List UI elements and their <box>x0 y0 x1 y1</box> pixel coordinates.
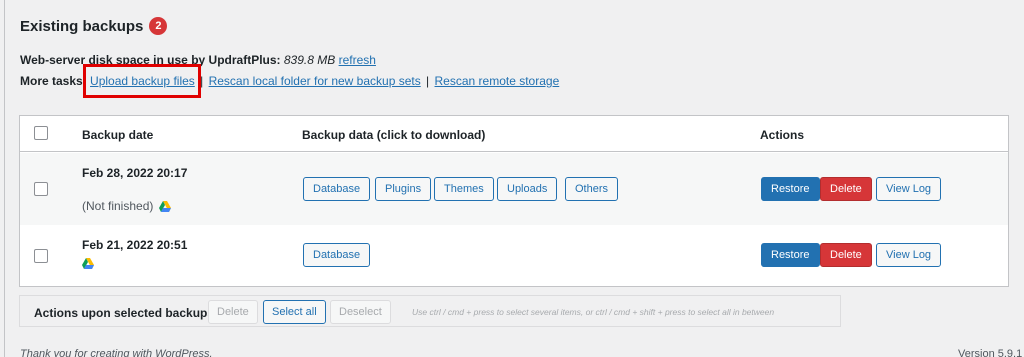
restore-button[interactable]: Restore <box>761 243 820 267</box>
backup-status-note: (Not finished) <box>82 199 172 213</box>
section-title: Existing backups <box>20 17 144 35</box>
bulk-actions-label: Actions upon selected backups <box>34 306 215 320</box>
status-text: (Not finished) <box>82 199 154 213</box>
row-checkbox[interactable] <box>34 249 48 263</box>
bulk-delete-button[interactable]: Delete <box>208 300 258 324</box>
deselect-button[interactable]: Deselect <box>330 300 391 324</box>
rescan-remote-storage-link[interactable]: Rescan remote storage <box>435 74 560 88</box>
download-themes-button[interactable]: Themes <box>434 177 494 201</box>
google-drive-icon <box>82 258 94 269</box>
bulk-actions-bar: Actions upon selected backups Delete Sel… <box>19 295 841 327</box>
disk-usage-line: Web-server disk space in use by UpdraftP… <box>20 53 376 67</box>
download-others-button[interactable]: Others <box>565 177 619 201</box>
separator: | <box>426 74 430 88</box>
header-backup-data: Backup data (click to download) <box>302 128 486 142</box>
selection-hint: Use ctrl / cmd + press to select several… <box>412 307 775 317</box>
footer-credit: Thank you for creating with WordPress. <box>20 348 213 357</box>
download-database-button[interactable]: Database <box>303 177 371 201</box>
row-checkbox[interactable] <box>34 182 48 196</box>
backup-date: Feb 28, 2022 20:17 <box>82 166 188 180</box>
backup-date: Feb 21, 2022 20:51 <box>82 238 188 252</box>
header-actions: Actions <box>760 128 805 142</box>
delete-button[interactable]: Delete <box>820 243 872 267</box>
footer-credit-text: Thank you for creating with WordPress. <box>20 348 213 357</box>
delete-button[interactable]: Delete <box>820 177 872 201</box>
backups-table: Backup date Backup data (click to downlo… <box>19 115 1009 287</box>
download-database-button[interactable]: Database <box>303 243 371 267</box>
rescan-local-folder-link[interactable]: Rescan local folder for new backup sets <box>209 74 421 88</box>
table-row: Feb 21, 2022 20:51 Database Restore Dele… <box>20 225 1008 287</box>
footer-version: Version 5.9.1 <box>958 348 1023 357</box>
select-all-checkbox[interactable] <box>34 126 48 140</box>
backup-status-note <box>82 258 94 269</box>
select-all-button[interactable]: Select all <box>263 300 326 324</box>
admin-menu-edge <box>0 0 5 357</box>
header-backup-date: Backup date <box>82 128 154 142</box>
table-header: Backup date Backup data (click to downlo… <box>20 116 1008 152</box>
more-tasks-label: More tasks: <box>20 74 87 88</box>
view-log-button[interactable]: View Log <box>876 177 942 201</box>
download-uploads-button[interactable]: Uploads <box>497 177 558 201</box>
download-plugins-button[interactable]: Plugins <box>375 177 432 201</box>
more-tasks-line: More tasks: Upload backup files | Rescan… <box>20 74 559 88</box>
google-drive-icon <box>159 200 172 212</box>
table-row: Feb 28, 2022 20:17 (Not finished) Databa… <box>20 153 1008 225</box>
separator: | <box>200 74 204 88</box>
section-heading: Existing backups 2 <box>20 17 168 35</box>
view-log-button[interactable]: View Log <box>876 243 942 267</box>
backup-count-badge: 2 <box>149 17 168 35</box>
restore-button[interactable]: Restore <box>761 177 820 201</box>
refresh-link[interactable]: refresh <box>339 53 376 67</box>
disk-usage-value: 839.8 MB <box>283 53 336 67</box>
upload-backup-files-link[interactable]: Upload backup files <box>90 74 195 88</box>
disk-usage-label: Web-server disk space in use by UpdraftP… <box>20 53 281 67</box>
